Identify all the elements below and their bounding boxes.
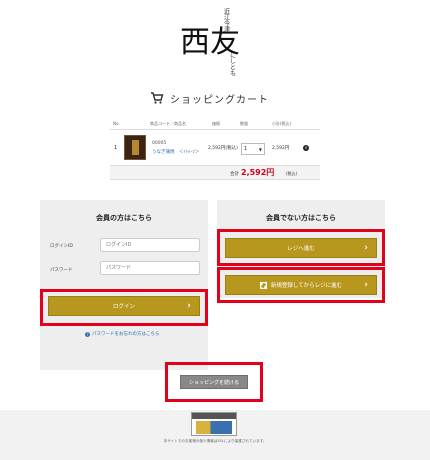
shop-logo[interactable]: 近江今津 西友 にしとも (170, 4, 260, 86)
page-title-text: ショッピングカート (170, 94, 269, 106)
question-icon: ? (85, 331, 90, 337)
password-input[interactable] (100, 261, 200, 275)
highlight-checkout-box (217, 229, 385, 266)
header-product: 商品コード／商品名 (150, 120, 186, 126)
login-id-input[interactable] (100, 238, 200, 252)
total-value: 2,592円 (241, 168, 275, 177)
table-total-row: 合計 2,592円 (税込) (110, 166, 320, 180)
nishitomo-logo-icon: 近江今津 西友 にしとも (180, 7, 240, 76)
remove-item-icon[interactable]: × (303, 145, 309, 151)
chevron-down-icon: ▼ (258, 146, 262, 152)
quantity-value: 1 (244, 146, 248, 152)
row-subtotal: 2,592円 (272, 146, 290, 151)
security-seal-icon[interactable] (191, 412, 237, 436)
product-image[interactable] (124, 135, 146, 160)
row-number: 1 (114, 145, 118, 151)
member-panel-title: 会員の方はこちら (96, 214, 152, 222)
product-code: 00005 (152, 141, 167, 146)
header-qty: 数量 (240, 120, 248, 126)
footer: 本サイトでのお客様の個人情報はSSLにより保護されています。 (0, 410, 430, 460)
table-row: 1 00005 うなぎ蒲焼 ＜ｲﾄﾊｰﾌ＞ 2,592円(税込) 1 ▼ 2,5… (110, 130, 320, 166)
product-name-link[interactable]: うなぎ蒲焼 ＜ｲﾄﾊｰﾌ＞ (152, 149, 199, 155)
cart-icon (151, 92, 164, 104)
page-title: ショッピングカート (150, 90, 280, 106)
product-price: 2,592円(税込) (208, 146, 238, 151)
password-label: パスワード (50, 268, 73, 273)
guest-panel-title: 会員でない方はこちら (266, 214, 336, 222)
header-subtotal: 小計(税込) (272, 120, 292, 126)
table-header: No. 商品コード／商品名 価格 数量 小計(税込) (110, 118, 320, 130)
total-tax-note: (税込) (286, 171, 298, 176)
total-label: 合計 (230, 172, 239, 177)
member-login-panel: 会員の方はこちら ログインID パスワード ログイン › ? パスワードをお忘れ… (40, 200, 208, 370)
cart-table: No. 商品コード／商品名 価格 数量 小計(税込) 1 00005 うなぎ蒲焼… (110, 118, 320, 180)
logo-kana-text: にしとも (229, 52, 236, 76)
quantity-select[interactable]: 1 ▼ (241, 143, 265, 155)
highlight-register-box (217, 267, 385, 303)
header-price: 価格 (212, 120, 220, 126)
login-id-label: ログインID (50, 244, 73, 249)
highlight-login-box (40, 289, 208, 326)
continue-shopping-button[interactable]: ショッピングを続ける (180, 375, 248, 389)
forgot-password-link[interactable]: ? パスワードをお忘れの方はこちら (85, 331, 160, 337)
forgot-password-text: パスワードをお忘れの方はこちら (92, 332, 160, 337)
header-no: No. (113, 121, 120, 126)
footer-ssl-note: 本サイトでのお客様の個人情報はSSLにより保護されています。 (163, 439, 267, 443)
